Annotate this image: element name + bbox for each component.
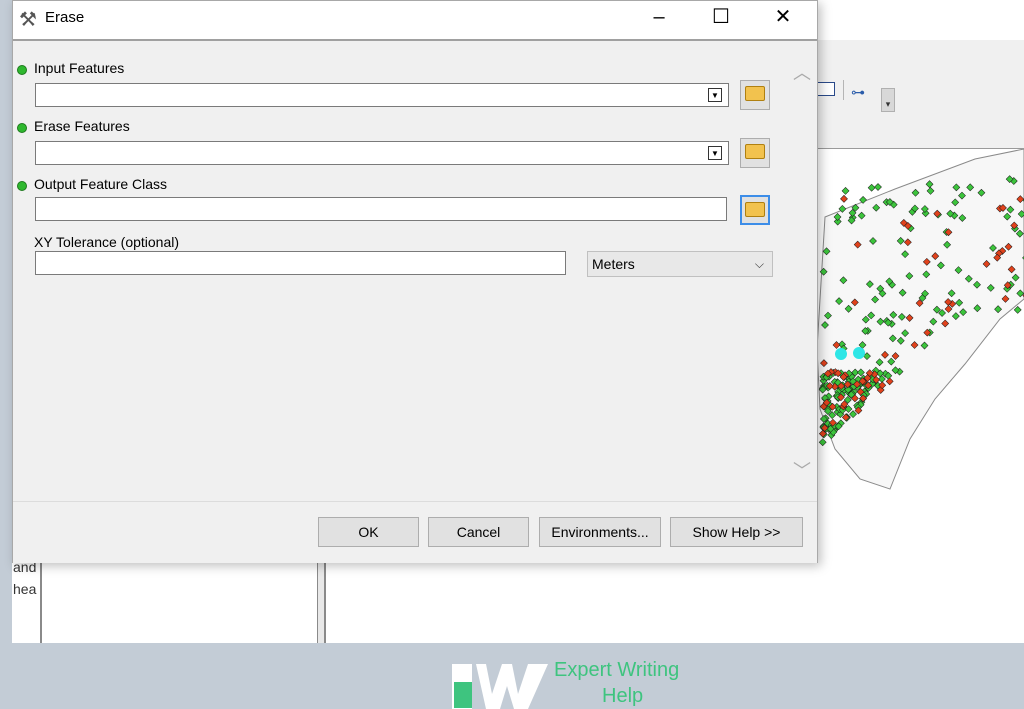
dialog-title: Erase [45,9,85,26]
watermark-logo: Expert Writing Help [452,657,692,709]
units-select[interactable]: Meters ⌵ [587,251,773,277]
chevron-down-icon: ⌵ [754,257,764,271]
watermark-line-1: Expert Writing [554,659,680,681]
vertical-scrollbar[interactable]: ︿ ﹀ [787,41,817,501]
input-features-field[interactable]: ▼ [35,83,729,107]
title-bar[interactable]: ⚒ Erase – ☐ ✕ [13,1,817,41]
map-region-outline [816,149,1024,490]
minimize-button[interactable]: – [631,1,687,35]
map-point [818,438,827,447]
output-feature-class-browse-button[interactable] [740,195,770,225]
ew-logo-icon [452,664,548,709]
input-features-browse-button[interactable] [740,80,770,110]
parameters-panel: Input Features ▼ Erase Features ▼ Output… [13,41,787,501]
toolbar-separator [843,80,844,100]
xy-tolerance-field[interactable] [35,251,566,275]
model-builder-icon[interactable]: ⊶ [851,84,865,101]
map-point [840,194,848,203]
show-help-button[interactable]: Show Help >> [670,517,803,547]
ok-button[interactable]: OK [318,517,419,547]
map-point [867,183,876,192]
map-view[interactable] [815,149,1024,643]
folder-icon [745,202,765,217]
erase-dialog: ⚒ Erase – ☐ ✕ Input Features ▼ Erase Fea… [12,0,818,563]
map-point [841,187,850,195]
environments-button[interactable]: Environments... [539,517,661,547]
units-selected-label: Meters [592,256,635,272]
window-icon[interactable] [817,82,835,96]
folder-icon [745,144,765,159]
map-canvas [816,149,1024,490]
chevron-down-icon[interactable]: ▼ [708,146,722,160]
required-indicator-icon [17,181,27,191]
output-feature-class-field[interactable] [35,197,727,221]
cancel-button[interactable]: Cancel [428,517,529,547]
toolbar-overflow-icon[interactable]: ▾ [881,88,895,112]
panel-splitter[interactable] [318,560,326,643]
maximize-button[interactable]: ☐ [693,1,749,35]
hammer-icon: ⚒ [19,9,37,31]
erase-features-field[interactable]: ▼ [35,141,729,165]
selected-map-point [835,348,847,360]
watermark-text: Expert Writing Help [554,657,679,709]
close-button[interactable]: ✕ [755,1,811,35]
xy-tolerance-label: XY Tolerance (optional) [34,234,180,250]
map-point [874,183,882,191]
selected-map-point [853,347,865,359]
watermark-line-2: Help [602,685,644,707]
input-features-label: Input Features [34,60,125,76]
scroll-down-icon[interactable]: ﹀ [793,457,811,483]
arcmap-toolbar: ⊶ ▾ [815,40,1024,149]
required-indicator-icon [17,123,27,133]
folder-icon [745,86,765,101]
chevron-down-icon[interactable]: ▼ [708,88,722,102]
required-indicator-icon [17,65,27,75]
erase-features-label: Erase Features [34,118,130,134]
side-text-line: hea [13,581,37,597]
scroll-up-icon[interactable]: ︿ [793,59,811,85]
erase-features-browse-button[interactable] [740,138,770,168]
bottom-left-panel [40,560,319,643]
dialog-footer: OK Cancel Environments... Show Help >> [13,501,817,563]
output-feature-class-label: Output Feature Class [34,176,168,192]
map-point [1013,306,1022,314]
